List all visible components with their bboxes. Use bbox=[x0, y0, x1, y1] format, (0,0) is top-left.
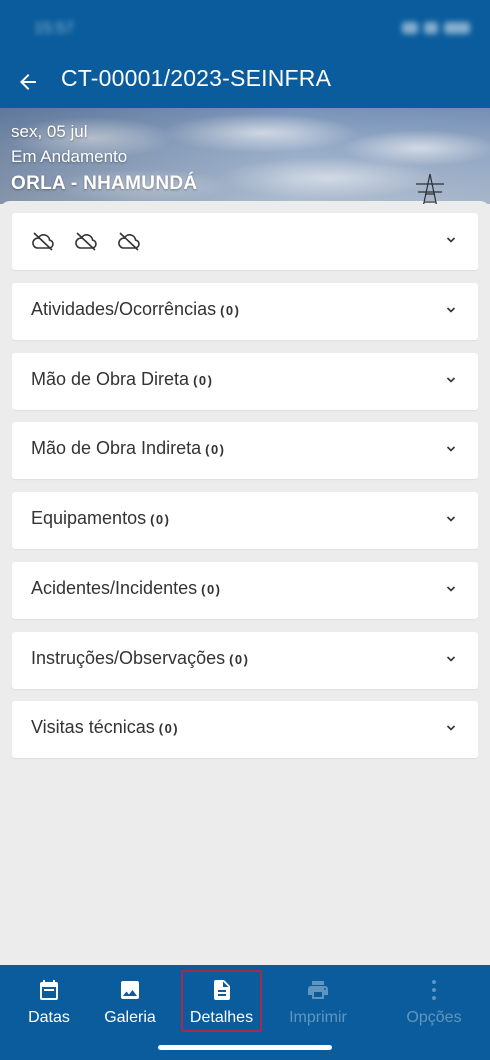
nav-label: Opções bbox=[406, 1009, 462, 1026]
section-label: Instruções/Observações (0) bbox=[31, 648, 249, 669]
section-title: Visitas técnicas bbox=[31, 717, 155, 737]
power-tower-image bbox=[416, 173, 444, 204]
nav-datas[interactable]: Datas bbox=[19, 971, 79, 1031]
nav-label: Imprimir bbox=[289, 1009, 347, 1026]
nav-label: Datas bbox=[28, 1009, 70, 1026]
section-label: Acidentes/Incidentes (0) bbox=[31, 578, 222, 599]
section-count: (0) bbox=[229, 652, 250, 667]
section-label: Visitas técnicas (0) bbox=[31, 717, 179, 738]
section-count: (0) bbox=[193, 373, 214, 388]
nav-galeria[interactable]: Galeria bbox=[100, 971, 160, 1031]
chevron-down-icon bbox=[446, 586, 456, 592]
section-title: Instruções/Observações bbox=[31, 648, 226, 668]
section-count: (0) bbox=[220, 303, 241, 318]
nav-detalhes[interactable]: Detalhes bbox=[183, 971, 260, 1031]
content-panel: Atividades/Ocorrências (0) Mão de Obra Di… bbox=[0, 201, 490, 965]
section-title: Mão de Obra Indireta bbox=[31, 438, 202, 458]
signal-icon bbox=[402, 22, 418, 34]
image-icon bbox=[121, 981, 139, 999]
back-button[interactable] bbox=[10, 64, 46, 100]
nav-label: Detalhes bbox=[189, 1009, 254, 1026]
status-time: 15:57 bbox=[34, 20, 75, 37]
chevron-down-icon bbox=[446, 237, 456, 243]
page-title: CT-00001/2023-SEINFRA bbox=[61, 65, 332, 91]
chevron-down-icon bbox=[446, 307, 456, 313]
weather-icons bbox=[31, 231, 141, 251]
status-icons bbox=[402, 22, 470, 34]
report-status: Em Andamento bbox=[11, 147, 128, 166]
chevron-down-icon bbox=[446, 656, 456, 662]
section-title: Acidentes/Incidentes bbox=[31, 578, 198, 598]
section-title: Atividades/Ocorrências bbox=[31, 299, 217, 319]
section-mao-de-obra-direta[interactable]: Mão de Obra Direta (0) bbox=[12, 353, 478, 410]
header-image: sex, 05 jul Em Andamento ORLA - NHAMUNDÁ bbox=[0, 108, 490, 204]
section-instrucoes[interactable]: Instruções/Observações (0) bbox=[12, 632, 478, 689]
nav-opcoes[interactable]: Opções bbox=[402, 971, 466, 1031]
hero-text: sex, 05 jul Em Andamento ORLA - NHAMUNDÁ bbox=[11, 120, 197, 198]
section-acidentes[interactable]: Acidentes/Incidentes (0) bbox=[12, 562, 478, 619]
document-icon bbox=[213, 980, 230, 1000]
cloud-off-icon bbox=[118, 232, 140, 251]
section-count: (0) bbox=[158, 721, 180, 736]
chevron-down-icon bbox=[446, 516, 456, 522]
section-equipamentos[interactable]: Equipamentos (0) bbox=[12, 492, 478, 549]
section-title: Equipamentos bbox=[31, 508, 147, 528]
app-bar: CT-00001/2023-SEINFRA bbox=[0, 58, 490, 108]
project-name: ORLA - NHAMUNDÁ bbox=[11, 173, 198, 194]
weather-card[interactable] bbox=[12, 213, 478, 270]
section-count: (0) bbox=[201, 582, 222, 597]
calendar-icon bbox=[40, 980, 58, 1000]
printer-icon bbox=[308, 981, 328, 999]
section-label: Mão de Obra Indireta (0) bbox=[31, 438, 226, 459]
section-atividades[interactable]: Atividades/Ocorrências (0) bbox=[12, 283, 478, 340]
section-count: (0) bbox=[150, 512, 171, 527]
more-vertical-icon bbox=[432, 980, 436, 1000]
section-visitas-tecnicas[interactable]: Visitas técnicas (0) bbox=[12, 701, 478, 758]
chevron-down-icon bbox=[446, 446, 456, 452]
section-mao-de-obra-indireta[interactable]: Mão de Obra Indireta (0) bbox=[12, 422, 478, 479]
section-label: Atividades/Ocorrências (0) bbox=[31, 299, 240, 320]
battery-icon bbox=[444, 22, 470, 34]
section-title: Mão de Obra Direta bbox=[31, 369, 190, 389]
status-bar: 15:57 bbox=[0, 0, 490, 58]
wifi-icon bbox=[424, 22, 438, 34]
nav-imprimir[interactable]: Imprimir bbox=[284, 971, 352, 1031]
chevron-down-icon bbox=[446, 377, 456, 383]
home-indicator[interactable] bbox=[158, 1045, 332, 1050]
section-label: Mão de Obra Direta (0) bbox=[31, 369, 213, 390]
cloud-off-icon bbox=[75, 232, 97, 251]
section-label: Equipamentos (0) bbox=[31, 508, 170, 529]
report-date: sex, 05 jul bbox=[11, 122, 88, 141]
chevron-down-icon bbox=[446, 725, 456, 731]
section-count: (0) bbox=[205, 442, 226, 457]
arrow-left-icon bbox=[20, 74, 36, 90]
nav-label: Galeria bbox=[104, 1009, 156, 1026]
cloud-off-icon bbox=[32, 232, 54, 251]
